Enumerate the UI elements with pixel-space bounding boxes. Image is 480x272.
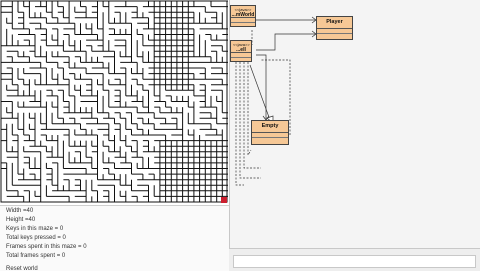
class-diagram[interactable]: <<java>> ...mWorld Player <<java>> ...el…	[229, 0, 480, 248]
frames-in-maze-text: Frames spent in this maze = 0	[6, 244, 87, 250]
maze-wall-path	[0, 0, 228, 202]
keys-in-maze-text: Keys in this maze = 0	[6, 226, 64, 232]
cell-class-box[interactable]: <<java>> ...ell	[230, 40, 252, 62]
player-class-box[interactable]: Player	[316, 16, 353, 40]
bottom-text-field[interactable]	[233, 255, 476, 268]
height-text: Height =40	[6, 217, 36, 223]
world-class-box[interactable]: <<java>> ...mWorld	[230, 5, 256, 27]
width-text: Width =40	[6, 208, 34, 214]
maze-grid	[0, 0, 228, 203]
reset-world-text[interactable]: Reset world	[6, 266, 38, 272]
total-keys-text: Total keys pressed = 0	[6, 235, 66, 241]
info-panel: Width =40 Height =40 Keys in this maze =…	[0, 205, 229, 272]
total-frames-text: Total frames spent = 0	[6, 253, 66, 259]
maze-view[interactable]	[0, 0, 230, 205]
empty-class-box[interactable]: Empty	[251, 120, 289, 145]
bottom-bar	[229, 248, 480, 271]
goal-cell	[221, 197, 227, 203]
maze-walls	[0, 0, 228, 203]
